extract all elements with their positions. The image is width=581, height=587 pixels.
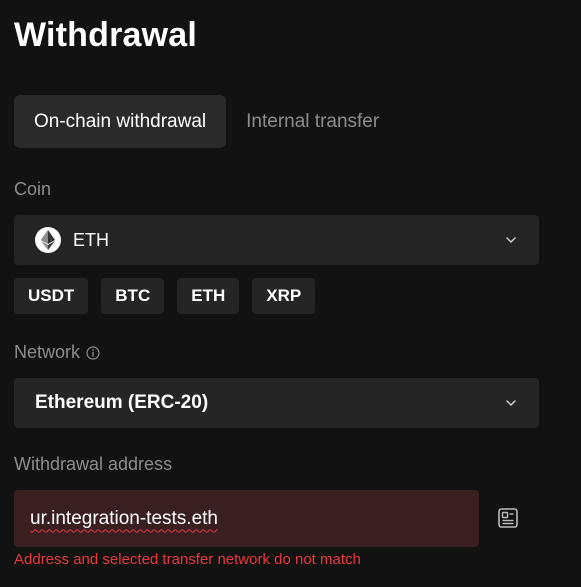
chevron-down-icon	[506, 400, 516, 406]
network-select[interactable]: Ethereum (ERC-20)	[14, 378, 539, 428]
page-title: Withdrawal	[14, 16, 198, 54]
withdrawal-tabs: On-chain withdrawal Internal transfer	[14, 95, 399, 148]
coin-selected-value: ETH	[73, 229, 109, 250]
network-label-row: Network	[14, 342, 100, 363]
chevron-down-icon	[506, 237, 516, 243]
withdrawal-address-value: ur.integration-tests.eth	[30, 507, 218, 529]
withdrawal-address-input[interactable]: ur.integration-tests.eth	[14, 490, 479, 547]
tab-on-chain-withdrawal[interactable]: On-chain withdrawal	[14, 95, 227, 148]
tab-internal-transfer[interactable]: Internal transfer	[226, 95, 399, 148]
ethereum-icon	[35, 227, 61, 253]
coin-chip-usdt[interactable]: USDT	[14, 278, 89, 314]
address-error-message: Address and selected transfer network do…	[14, 551, 361, 568]
coin-chip-eth[interactable]: ETH	[177, 278, 240, 314]
coin-quick-picks: USDT BTC ETH XRP	[14, 278, 316, 314]
address-book-icon[interactable]	[497, 507, 519, 529]
coin-chip-btc[interactable]: BTC	[101, 278, 165, 314]
coin-select[interactable]: ETH	[14, 215, 539, 265]
info-icon[interactable]	[86, 345, 100, 360]
network-label: Network	[14, 342, 81, 362]
coin-chip-xrp[interactable]: XRP	[252, 278, 316, 314]
coin-label: Coin	[14, 179, 52, 199]
network-selected-value: Ethereum (ERC-20)	[35, 392, 209, 413]
withdrawal-address-label: Withdrawal address	[14, 454, 173, 474]
